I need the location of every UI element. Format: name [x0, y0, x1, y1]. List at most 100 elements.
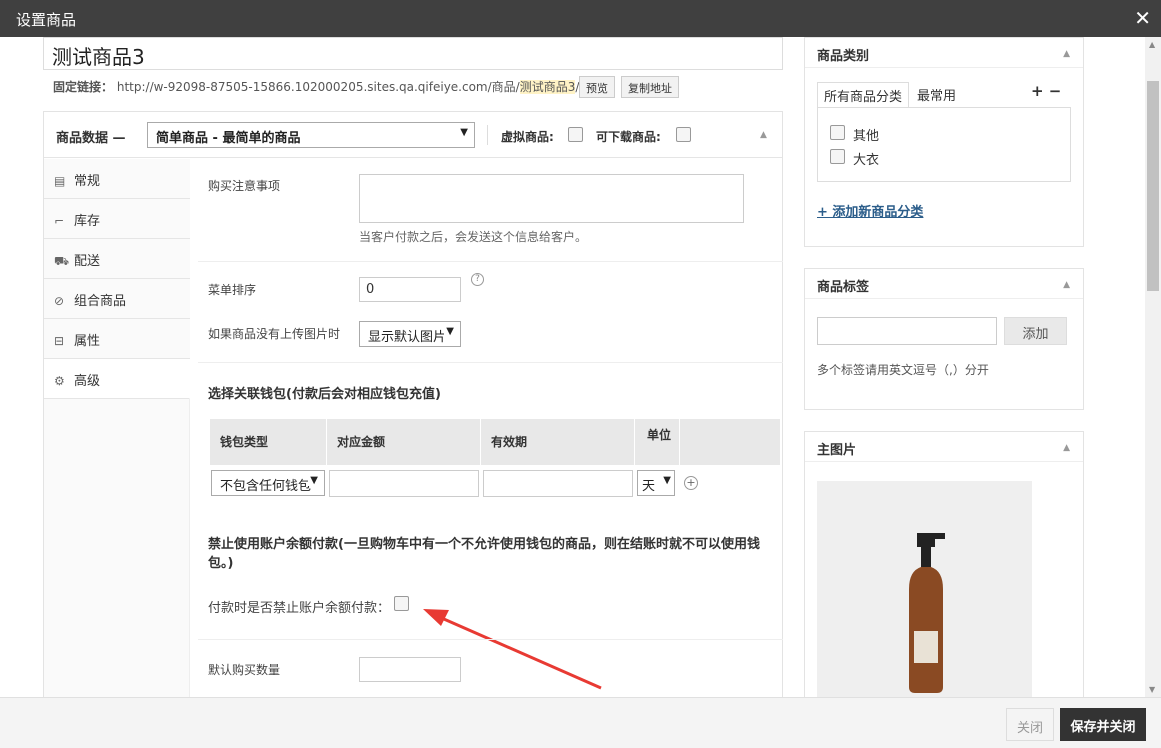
grid-icon: ▤ [54, 174, 66, 188]
virtual-checkbox[interactable] [568, 127, 583, 142]
product-data-header: 商品数据 — 简单商品 - 最简单的商品 ▼ 虚拟商品: 可下载商品: ▲ [44, 112, 782, 158]
main-image-title-text: 主图片 [817, 443, 857, 458]
tags-title: 商品标签 ▲ [805, 269, 1083, 299]
collapse-icon[interactable]: ▲ [1063, 443, 1070, 453]
chevron-down-icon: ▼ [308, 475, 318, 486]
product-image[interactable] [817, 481, 1032, 697]
product-data-title: 商品数据 — [56, 131, 126, 146]
bottle-image [909, 533, 945, 693]
tab-attributes[interactable]: ⊟ 属性 [44, 319, 190, 359]
no-image-select[interactable]: 显示默认图片 ▼ [359, 321, 461, 347]
virtual-label: 虚拟商品: [501, 130, 554, 144]
balance-label: 付款时是否禁止账户余额付款： [208, 601, 391, 616]
tab-inventory[interactable]: ⌐ 库存 [44, 199, 190, 239]
add-row-icon[interactable]: + [684, 476, 698, 490]
categories-title-text: 商品类别 [817, 49, 870, 64]
permalink-label: 固定链接： [53, 80, 114, 94]
tab-label: 属性 [74, 334, 101, 349]
modal-title: 设置商品 [16, 11, 77, 29]
divider [487, 125, 488, 145]
tab-most-used[interactable]: 最常用 [911, 82, 962, 107]
collapse-icon[interactable]: ▲ [1063, 49, 1070, 59]
categories-title: 商品类别 ▲ [805, 38, 1083, 68]
wallet-type-value: 不包含任何钱包 [220, 479, 312, 494]
tab-label: 常规 [74, 174, 101, 189]
copy-url-button[interactable]: 复制地址 [621, 76, 679, 98]
chevron-down-icon: ▼ [460, 127, 468, 138]
chart-icon: ⌐ [54, 214, 65, 228]
add-tag-button[interactable]: 添加 [1004, 317, 1067, 345]
product-name-input[interactable]: 测试商品3 [43, 37, 783, 70]
collapse-icon[interactable]: ▲ [760, 130, 767, 140]
wallet-validity-input[interactable] [483, 470, 633, 497]
tab-label: 组合商品 [74, 294, 127, 309]
wallet-unit-value: 天 [642, 479, 656, 494]
category-checkbox[interactable] [830, 149, 845, 164]
modal-titlebar: 设置商品 ✕ [0, 0, 1161, 37]
default-qty-label: 默认购买数量 [208, 663, 281, 677]
wallet-amount-input[interactable] [329, 470, 479, 497]
divider [198, 639, 783, 640]
link-icon: ⊘ [54, 294, 65, 308]
tab-label: 配送 [74, 254, 101, 269]
tags-hint: 多个标签请用英文逗号（,）分开 [817, 363, 989, 377]
save-close-button[interactable]: 保存并关闭 [1060, 708, 1146, 741]
balance-checkbox[interactable] [394, 596, 409, 611]
wallet-type-select[interactable]: 不包含任何钱包 ▼ [211, 470, 325, 496]
collapse-icon[interactable]: ▲ [1063, 280, 1070, 290]
tab-label: 高级 [74, 374, 101, 389]
advanced-pane: 购买注意事项 当客户付款之后，会发送这个信息给客户。 菜单排序 0 ? 如果商品… [198, 159, 783, 697]
tab-linked-products[interactable]: ⊘ 组合商品 [44, 279, 190, 319]
blank-header [680, 419, 781, 465]
main-image-box: 主图片 ▲ [804, 431, 1084, 697]
scrollbar[interactable]: ▲ ▼ [1145, 37, 1161, 697]
tab-shipping[interactable]: ⛟ 配送 [44, 239, 190, 279]
tags-box: 商品标签 ▲ 添加 多个标签请用英文逗号（,）分开 [804, 268, 1084, 410]
tab-all-categories[interactable]: 所有商品分类 [817, 82, 910, 107]
wallet-section-title: 选择关联钱包(付款后会对相应钱包充值) [208, 387, 441, 402]
permalink-slug[interactable]: 测试商品3 [519, 80, 576, 94]
product-data-tabs: ▤ 常规 ⌐ 库存 ⛟ 配送 ⊘ 组合商品 ⊟ 属性 ⚙ 高级 [44, 159, 190, 697]
tab-general[interactable]: ▤ 常规 [44, 159, 190, 199]
category-list: 其他 大衣 [817, 107, 1071, 182]
help-icon[interactable]: ? [471, 273, 484, 286]
tab-advanced[interactable]: ⚙ 高级 [44, 359, 190, 399]
downloadable-checkbox[interactable] [676, 127, 691, 142]
divider [198, 261, 783, 262]
categories-box: 商品类别 ▲ 所有商品分类 最常用 + − 其他 大衣 + 添加新商品分类 [804, 37, 1084, 247]
downloadable-label: 可下载商品: [596, 130, 661, 144]
list-icon: ⊟ [54, 334, 65, 348]
expand-collapse-icon[interactable]: + − [1031, 82, 1061, 100]
scroll-thumb[interactable] [1147, 81, 1159, 291]
default-qty-input[interactable] [359, 657, 461, 682]
truck-icon: ⛟ [54, 254, 70, 268]
gear-icon: ⚙ [54, 374, 65, 388]
amount-header: 对应金额 [327, 419, 481, 465]
menu-order-input[interactable]: 0 [359, 277, 461, 302]
scroll-down-icon[interactable]: ▼ [1149, 685, 1155, 694]
product-type-select[interactable]: 简单商品 - 最简单的商品 ▼ [147, 122, 475, 148]
category-item: 其他 [853, 129, 880, 144]
menu-order-label: 菜单排序 [208, 283, 257, 297]
preview-button[interactable]: 预览 [579, 76, 615, 98]
chevron-down-icon: ▼ [663, 475, 671, 486]
no-image-label: 如果商品没有上传图片时 [208, 327, 341, 341]
tag-input[interactable] [817, 317, 997, 345]
unit-header: 单位 [635, 419, 680, 465]
add-category-link[interactable]: + 添加新商品分类 [817, 201, 923, 220]
no-image-value: 显示默认图片 [368, 330, 447, 345]
category-item: 大衣 [853, 153, 880, 168]
tags-title-text: 商品标签 [817, 280, 870, 295]
permalink: 固定链接： http://w-92098-87505-15866.1020002… [53, 78, 579, 95]
balance-section-title: 禁止使用账户余额付款(一旦购物车中有一个不允许使用钱包的商品，则在结账时就不可以… [208, 537, 760, 571]
category-checkbox[interactable] [830, 125, 845, 140]
permalink-url: http://w-92098-87505-15866.102000205.sit… [116, 80, 520, 94]
close-button[interactable]: 关闭 [1006, 708, 1054, 741]
close-icon[interactable]: ✕ [1134, 6, 1151, 30]
main-image-title: 主图片 ▲ [805, 432, 1083, 462]
chevron-down-icon: ▼ [444, 326, 454, 337]
purchase-note-textarea[interactable] [359, 174, 744, 223]
wallet-unit-select[interactable]: 天 ▼ [637, 470, 675, 496]
wallet-type-header: 钱包类型 [210, 419, 327, 465]
scroll-up-icon[interactable]: ▲ [1149, 40, 1155, 49]
